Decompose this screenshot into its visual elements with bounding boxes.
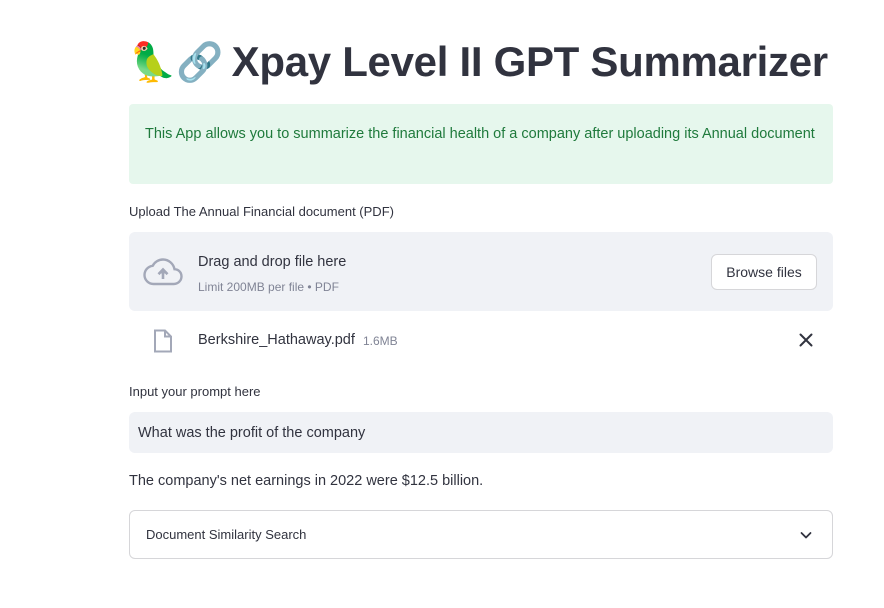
page-title: 🦜🔗 Xpay Level II GPT Summarizer xyxy=(129,34,828,90)
chevron-down-icon xyxy=(800,532,812,539)
info-alert: This App allows you to summarize the fin… xyxy=(129,104,833,184)
uploaded-file-size: 1.6MB xyxy=(363,334,398,348)
file-icon xyxy=(154,329,172,353)
browse-files-button[interactable]: Browse files xyxy=(711,254,817,290)
answer-text: The company's net earnings in 2022 were … xyxy=(129,473,484,489)
dropzone-limits: Limit 200MB per file • PDF xyxy=(198,280,339,294)
dropzone-instructions: Drag and drop file here xyxy=(198,254,347,270)
prompt-label: Input your prompt here xyxy=(129,384,261,399)
page-title-text: Xpay Level II GPT Summarizer xyxy=(231,38,828,85)
close-icon[interactable] xyxy=(797,331,815,349)
uploaded-file-name: Berkshire_Hathaway.pdf xyxy=(198,332,355,348)
info-alert-text: This App allows you to summarize the fin… xyxy=(145,126,815,142)
prompt-input[interactable] xyxy=(129,412,833,453)
document-similarity-expander[interactable]: Document Similarity Search xyxy=(129,510,833,559)
parrot-link-emoji: 🦜🔗 xyxy=(129,40,224,84)
file-uploader-label: Upload The Annual Financial document (PD… xyxy=(129,204,394,219)
uploaded-file-item: Berkshire_Hathaway.pdf 1.6MB xyxy=(129,320,833,360)
file-dropzone[interactable]: Drag and drop file here Limit 200MB per … xyxy=(129,232,833,311)
expander-label: Document Similarity Search xyxy=(146,527,307,542)
cloud-upload-icon xyxy=(143,258,183,286)
